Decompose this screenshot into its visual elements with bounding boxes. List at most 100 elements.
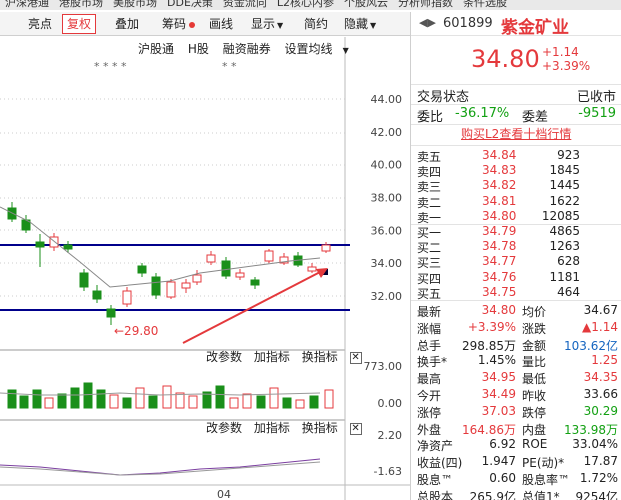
bid-level-row[interactable]: 买三 34.77 628 [411, 254, 621, 270]
toolbar-button-6[interactable]: 简约 [300, 14, 332, 34]
ask-level-row[interactable]: 卖一 34.80 12085 [411, 209, 621, 225]
candle-body [151, 276, 161, 296]
volume-bar [96, 389, 106, 409]
macd-dif-line [0, 458, 321, 476]
top-menu-item[interactable]: 沪深港通 [0, 0, 54, 8]
volume-panel-tools: 改参数 加指标 换指标 ✕ [206, 348, 370, 365]
volume-bar [70, 387, 80, 409]
toolbar-button-label: 筹码 [162, 17, 187, 31]
toolbar-button-2[interactable]: 叠加 [111, 14, 143, 34]
level-volume: 1622 [549, 193, 580, 208]
divider [411, 300, 621, 301]
top-menu-item[interactable]: 港股市场 [54, 0, 108, 8]
ask-level-row[interactable]: 卖二 34.81 1622 [411, 193, 621, 210]
top-menu-item[interactable]: L2核心内参 [272, 0, 339, 8]
link-h-share[interactable]: H股 [188, 42, 209, 56]
link-hk-connect[interactable]: 沪股通 [138, 42, 174, 56]
level-price: 34.76 [482, 269, 517, 284]
dropdown-caret-icon: ▼ [342, 46, 349, 55]
toolbar-button-5[interactable]: 显示 ▼ [247, 14, 287, 34]
macd-edit-params-button[interactable]: 改参数 [206, 421, 242, 435]
prev-stock-arrow-icon[interactable]: ◀▶ [419, 16, 436, 29]
stock-name: 紫金矿业 [501, 18, 569, 38]
bid-level-row[interactable]: 买五 34.75 464 [411, 284, 621, 301]
toolbar-button-0[interactable]: 亮点 [24, 14, 56, 34]
bid-level-row[interactable]: 买一 34.79 4865 [411, 224, 621, 240]
volume-bar [162, 385, 172, 409]
macd-add-indicator-button[interactable]: 加指标 [254, 421, 290, 435]
toolbar-button-3[interactable]: 筹码 [158, 14, 199, 34]
ask-level-row[interactable]: 卖五 34.84 923 [411, 148, 621, 164]
stat-label: 总值1* [522, 489, 560, 500]
volume-bar [229, 397, 239, 409]
candle-body [264, 250, 274, 262]
stock-header: ◀▶ 601899 紫金矿业 [411, 12, 621, 38]
top-menu-item[interactable]: 分析师指数 [393, 0, 458, 8]
candle-body [307, 266, 317, 272]
volume-bar [242, 393, 252, 409]
volume-bar [309, 395, 319, 409]
close-icon[interactable]: ✕ [349, 422, 362, 435]
volume-add-indicator-button[interactable]: 加指标 [254, 350, 290, 364]
bid-level-row[interactable]: 买二 34.78 1263 [411, 239, 621, 255]
candle-body [79, 272, 89, 288]
toolbar-button-label: 叠加 [115, 17, 140, 31]
price-axis-label: 34.00 [371, 257, 403, 270]
order-ratio-row: 委比 -36.17% 委差 -9519 [411, 106, 621, 125]
bid-level-row[interactable]: 买四 34.76 1181 [411, 269, 621, 286]
top-menu-item[interactable]: 资金流向 [218, 0, 272, 8]
stat-value: 34.67 [583, 303, 618, 317]
toolbar-button-7[interactable]: 隐藏 ▼ [340, 14, 380, 34]
macd-panel-tools: 改参数 加指标 换指标 ✕ [206, 419, 370, 436]
stat-label: 总手 [417, 338, 442, 353]
price-axis-label: 40.00 [371, 159, 403, 172]
notification-dot-icon [189, 21, 196, 28]
macd-axis-label: -1.63 [374, 465, 402, 478]
price-axis-label: 36.00 [371, 224, 403, 237]
top-menu-bar: 沪深港通 港股市场 美股市场 DDE决策 资金流向 L2核心内参 个股风云 分析师指数 条件选股 [0, 0, 621, 10]
toolbar-button-1[interactable]: 复权 [62, 14, 97, 34]
stat-label: 涨跌 [522, 321, 547, 336]
dropdown-caret-icon: ▼ [277, 21, 284, 30]
stock-code: 601899 [443, 16, 493, 31]
stat-value: 9254亿 [575, 489, 618, 500]
ma-line [0, 206, 321, 288]
ask-level-row[interactable]: 卖四 34.83 1845 [411, 163, 621, 179]
stat-label: 最低 [522, 372, 547, 387]
stat-value: 34.95 [481, 370, 516, 385]
level-volume: 464 [557, 284, 580, 299]
toolbar-button-label: 简约 [304, 17, 329, 31]
volume-switch-indicator-button[interactable]: 换指标 [302, 350, 338, 364]
volume-bar [188, 395, 198, 409]
top-menu-item[interactable]: 条件选股 [458, 0, 512, 8]
volume-bar [44, 397, 54, 409]
stat-value: 265.9亿 [469, 489, 516, 500]
stat-row: 涨幅 +3.39% 涨跌 ▲1.14 [411, 320, 621, 336]
stat-row: 收益(四) 1.947 PE(动)* 17.87 [411, 454, 621, 470]
link-set-ma[interactable]: 设置均线 ▼ [285, 42, 359, 56]
toolbar-button-label: 亮点 [28, 17, 53, 31]
buy-l2-link[interactable]: 购买L2查看十档行情 [461, 125, 571, 142]
link-margin-trading[interactable]: 融资融券 [223, 42, 271, 56]
macd-switch-indicator-button[interactable]: 换指标 [302, 421, 338, 435]
candle-body [35, 241, 45, 248]
level-price: 34.83 [482, 163, 517, 178]
volume-edit-params-button[interactable]: 改参数 [206, 350, 242, 364]
toolbar-button-4[interactable]: 画线 [205, 14, 237, 34]
stat-label: 总股本 [417, 489, 454, 500]
stat-label: 净资产 [417, 439, 454, 454]
top-menu-item[interactable]: 个股风云 [339, 0, 393, 8]
candle-body [250, 279, 260, 286]
stat-value: 37.03 [481, 403, 516, 418]
top-menu-item[interactable]: 美股市场 [108, 0, 162, 8]
price-change-box: +1.14 +3.39% [542, 45, 590, 73]
close-icon[interactable]: ✕ [349, 351, 362, 364]
stat-row: 总股本 265.9亿 总值1* 9254亿 [411, 488, 621, 500]
level-price: 34.81 [482, 193, 517, 208]
top-menu-item[interactable]: DDE决策 [162, 0, 218, 8]
event-marker: * * * * [94, 60, 127, 73]
volume-bar [7, 389, 17, 409]
weibi-label: 委比 [417, 110, 444, 125]
ask-level-row[interactable]: 卖三 34.82 1445 [411, 178, 621, 194]
stat-label: 内盘 [522, 422, 547, 437]
